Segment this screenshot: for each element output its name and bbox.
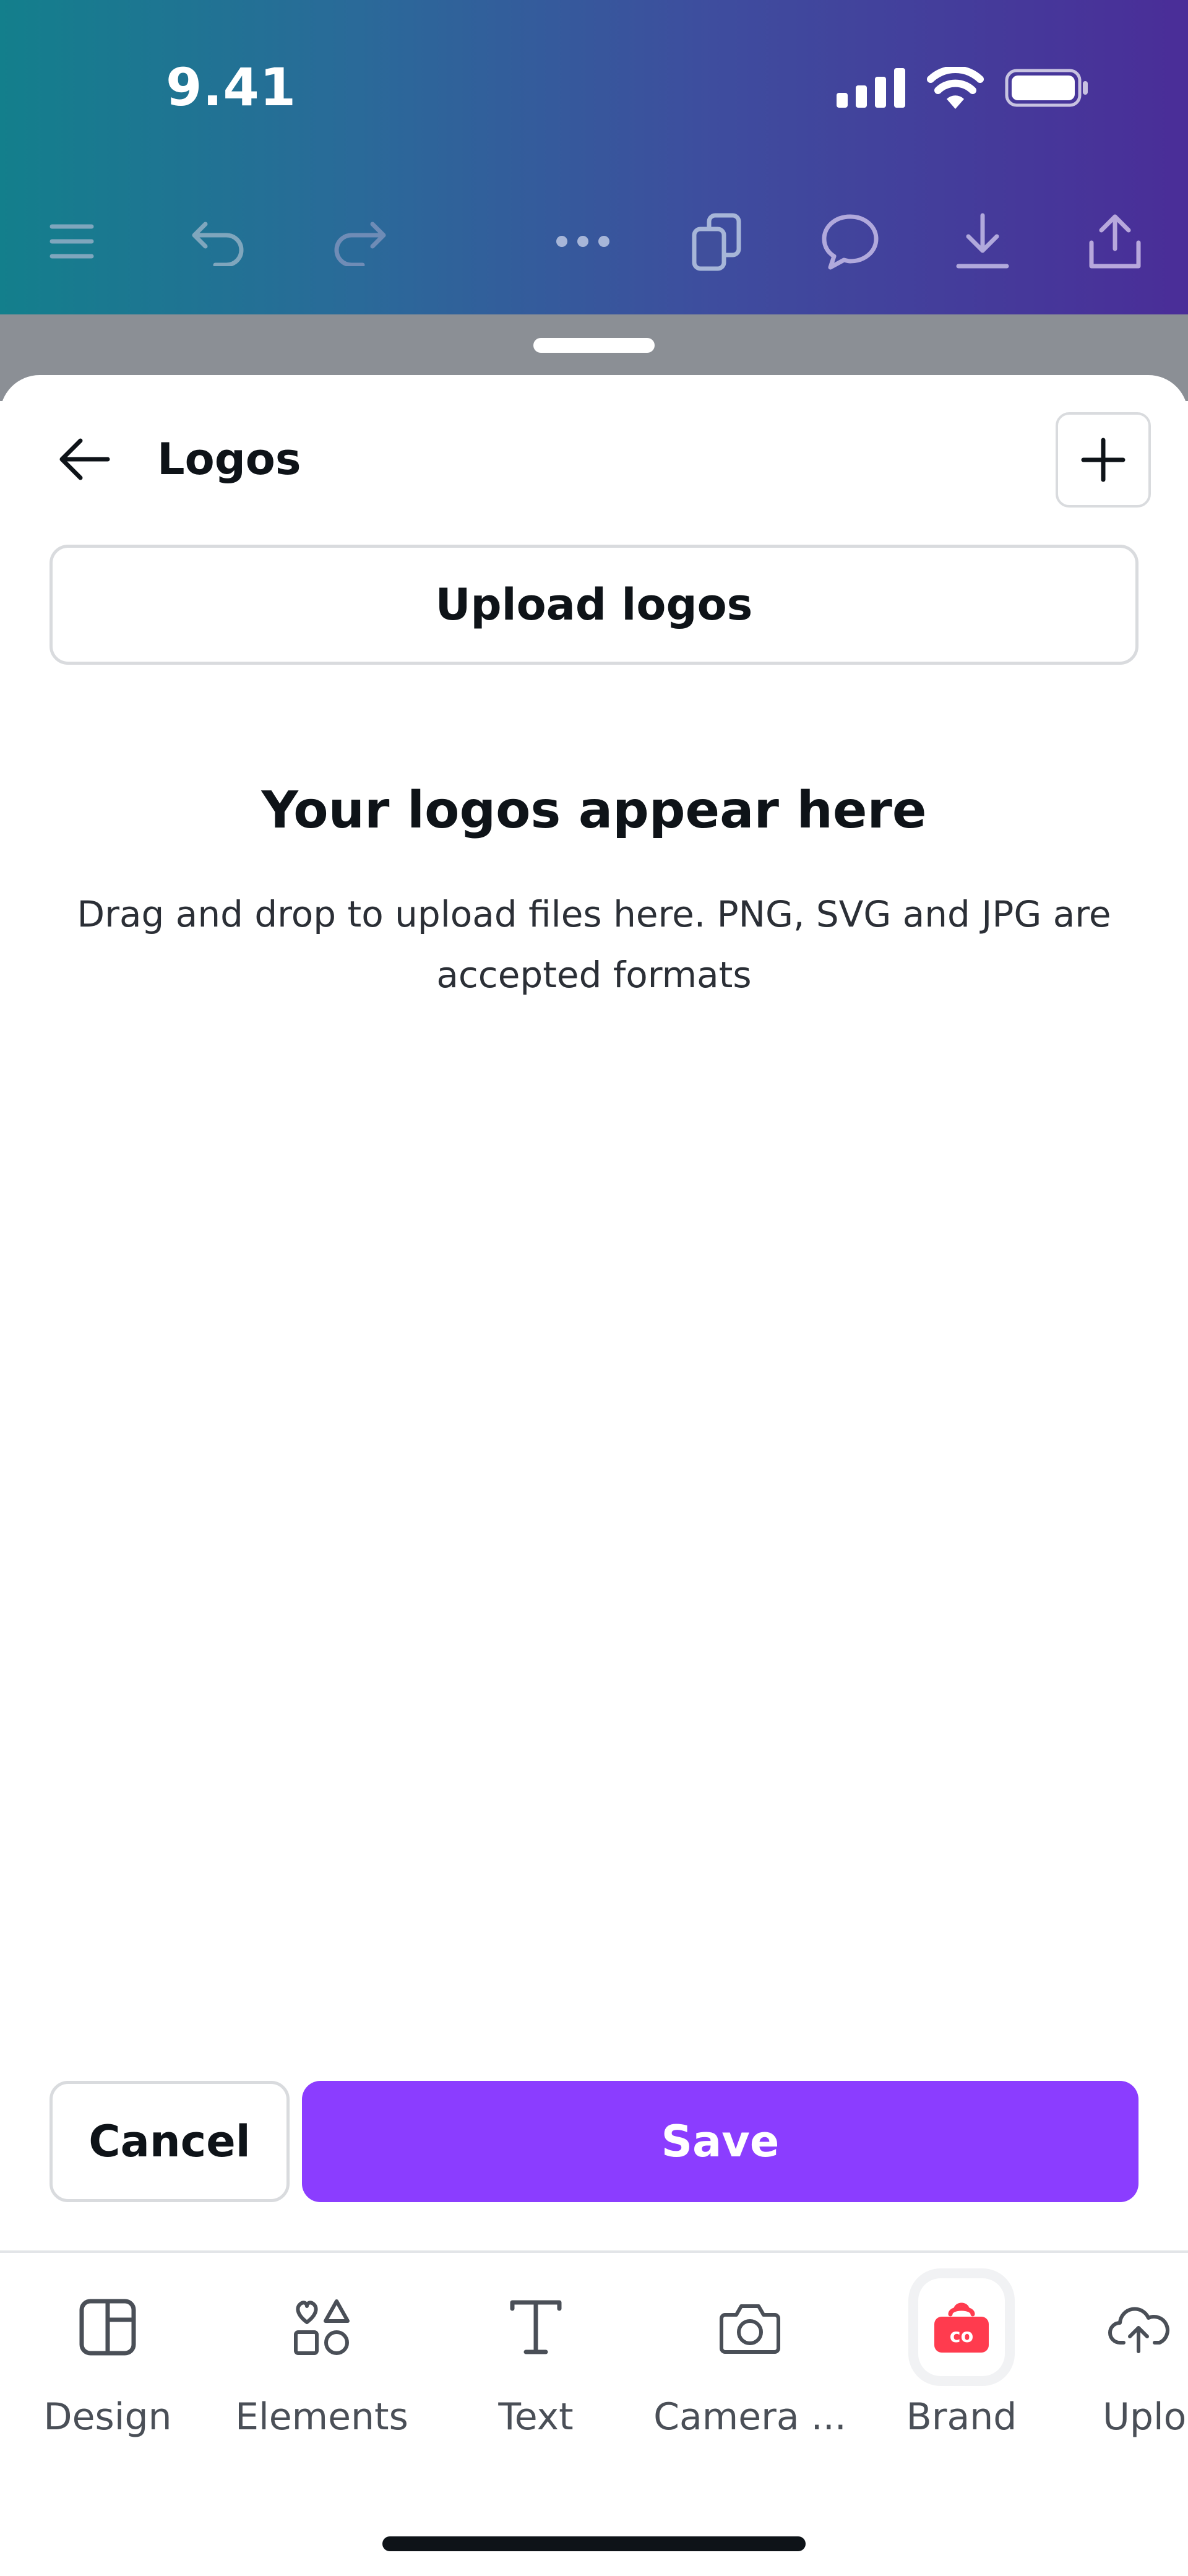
nav-item-elements[interactable]: Elements [223,2284,421,2457]
empty-state-description: Drag and drop to upload files here. PNG,… [77,893,1111,996]
add-logo-button[interactable] [1056,412,1151,508]
nav-item-design[interactable]: Design [9,2284,207,2457]
home-indicator [382,2536,806,2551]
share-icon [1089,214,1141,269]
more-options-button[interactable] [546,204,620,279]
nav-label: Uplo [1103,2395,1187,2439]
text-icon [510,2300,562,2354]
wifi-icon [927,67,984,109]
undo-icon [192,222,244,266]
design-icon [79,2299,136,2356]
upload-logos-button[interactable]: Upload logos [50,545,1138,665]
comment-button[interactable] [813,204,887,279]
pages-button[interactable] [679,204,754,279]
plus-icon [1081,438,1126,482]
menu-button[interactable] [35,204,109,279]
nav-label: Text [498,2395,574,2439]
nav-label: Design [43,2395,172,2439]
status-time: 9.41 [166,57,297,118]
cellular-signal-icon [837,68,905,108]
editor-toolbar [0,204,1188,279]
redo-button[interactable] [323,204,397,279]
download-button[interactable] [945,204,1020,279]
nav-item-camera[interactable]: Camera ... [651,2284,849,2457]
nav-label: Camera ... [653,2395,846,2439]
undo-button[interactable] [181,204,255,279]
more-horizontal-icon [556,236,609,247]
elements-icon [294,2299,350,2355]
cancel-button[interactable]: Cancel [50,2081,290,2202]
bottom-nav-divider [0,2250,1188,2253]
camera-icon [720,2304,780,2354]
back-button[interactable] [48,423,120,495]
save-button[interactable]: Save [302,2081,1138,2202]
redo-icon [334,222,386,266]
sheet-title: Logos [157,434,301,485]
editor-header: 9.41 [0,0,1188,314]
nav-item-text[interactable]: Text [437,2284,635,2457]
brand-tile: co [918,2278,1005,2376]
screen: 9.41 Logos Upload logos Your logos appea… [0,0,1188,2576]
download-icon [956,213,1009,269]
battery-icon [1005,69,1088,107]
empty-state-title: Your logos appear here [261,781,927,840]
share-button[interactable] [1078,204,1152,279]
brand-icon: co [934,2302,989,2353]
svg-text:co: co [950,2325,973,2347]
nav-item-brand[interactable]: co Brand [863,2278,1061,2457]
pages-icon [692,213,741,271]
menu-icon [50,224,94,259]
status-icons [837,67,1089,109]
upload-cloud-icon [1108,2307,1169,2353]
nav-item-uploads[interactable]: Uplo [1070,2284,1188,2457]
nav-label: Elements [235,2395,408,2439]
sheet-drag-handle[interactable] [533,338,655,353]
logos-sheet [0,375,1188,2576]
comment-icon [822,214,879,270]
arrow-left-icon [59,438,110,480]
nav-label: Brand [906,2395,1017,2439]
